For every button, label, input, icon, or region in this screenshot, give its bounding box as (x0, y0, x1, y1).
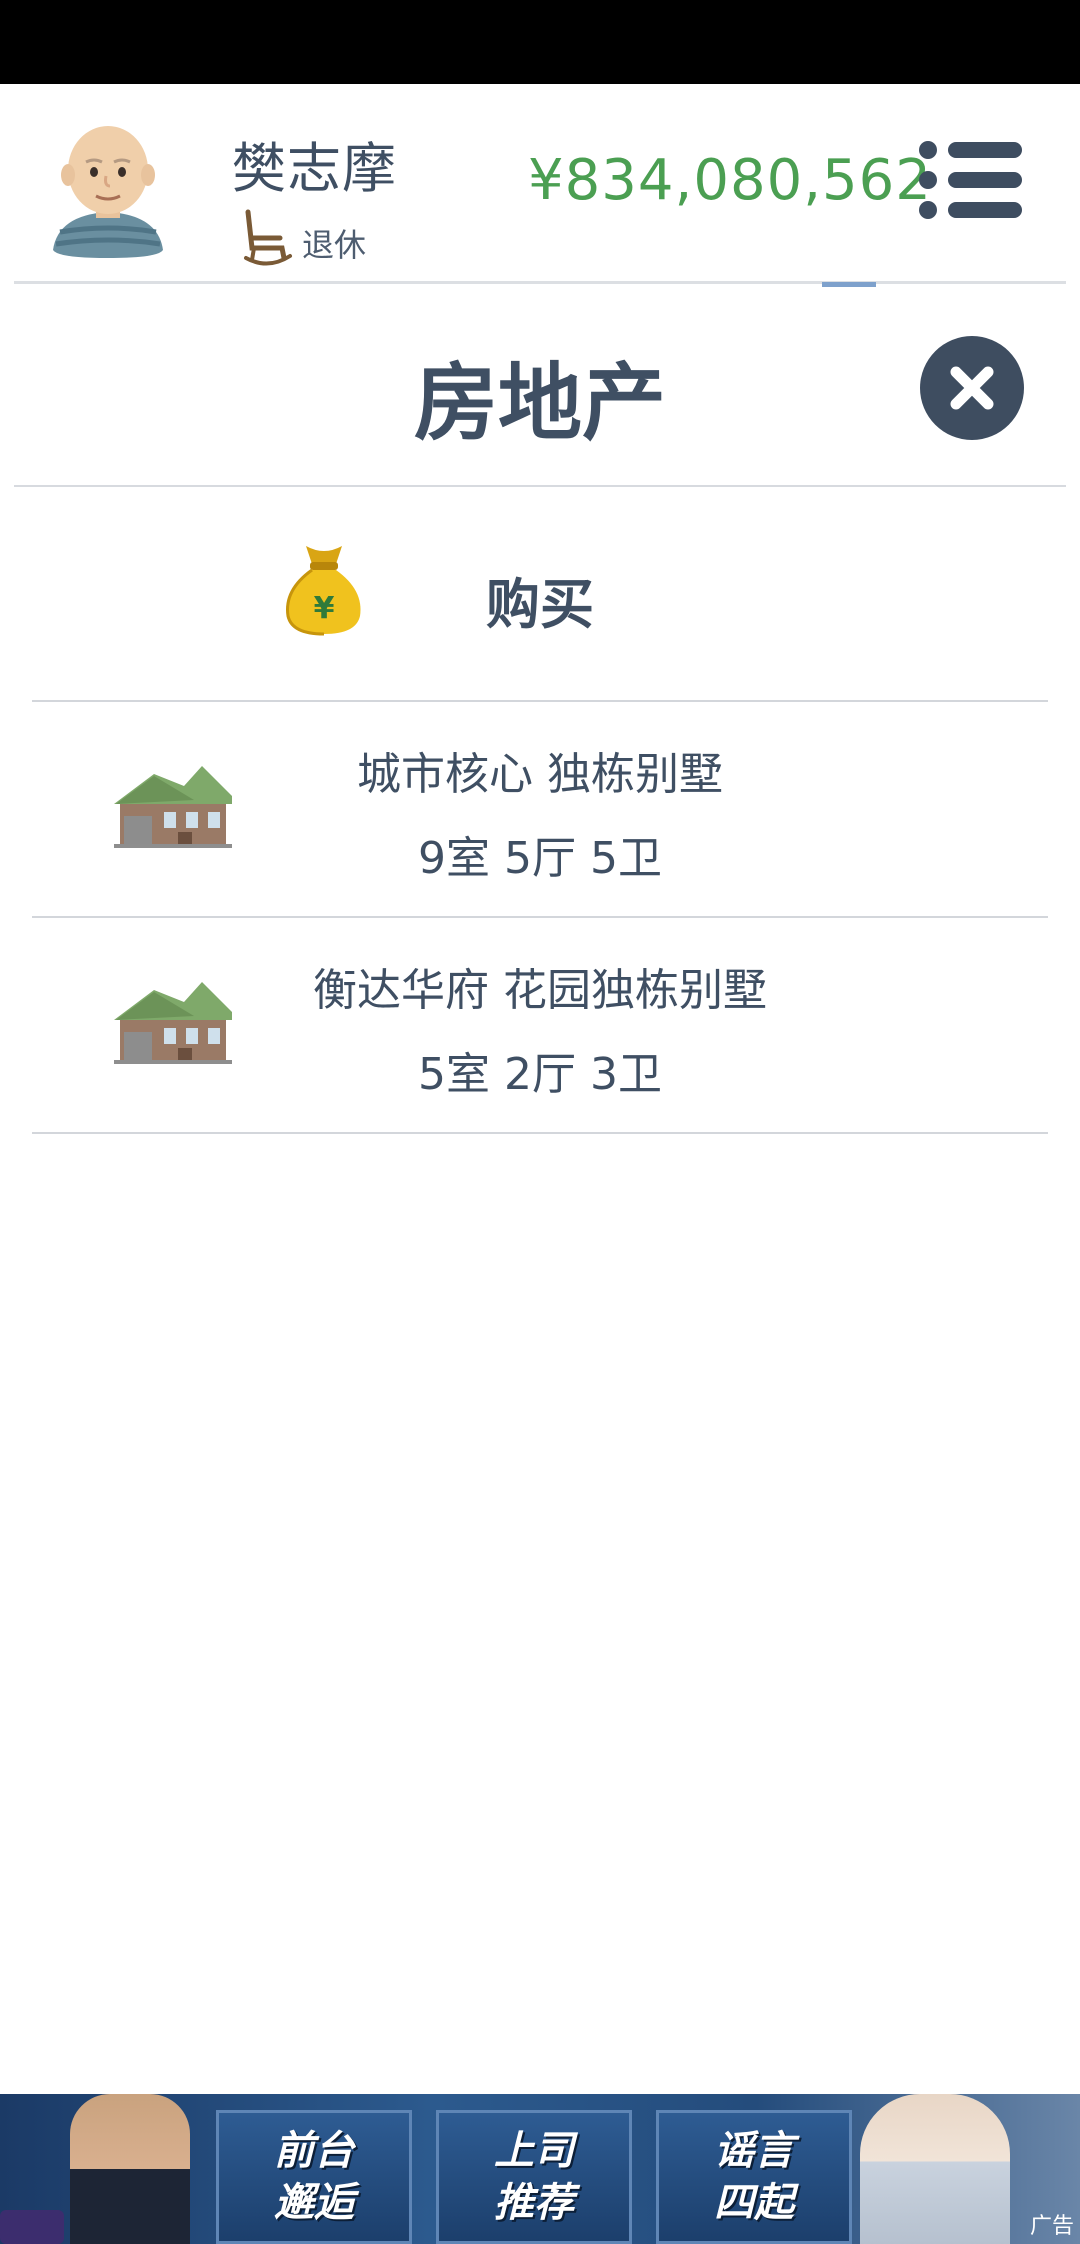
property-name: 衡达华府 花园独栋别墅 (313, 965, 767, 1016)
status-bar (0, 0, 1080, 84)
ad-figure-image (70, 2094, 190, 2244)
money-display: ¥834,080,562 (528, 148, 932, 213)
status-text: 退休 (302, 226, 367, 264)
ad-label: 广告 (1029, 2214, 1074, 2239)
row-divider (32, 1132, 1048, 1134)
property-rooms: 9室 5厅 5卫 (418, 833, 662, 884)
ad-banner[interactable]: 前台 邂逅 上司 推荐 谣言 四起 广告 (0, 2094, 1080, 2244)
close-icon (950, 366, 994, 410)
close-button[interactable] (920, 336, 1024, 440)
ad-figure-image (860, 2094, 1010, 2244)
buy-label: 购买 (486, 573, 594, 636)
property-rooms: 5室 2厅 3卫 (418, 1049, 662, 1100)
property-name: 城市核心 独栋别墅 (357, 749, 723, 800)
ad-option-button[interactable]: 上司 推荐 (436, 2110, 632, 2244)
buy-button[interactable]: ¥ 购买 (32, 488, 1048, 700)
header: 樊志摩 退休 ¥834,080,562 (0, 84, 1080, 282)
player-name: 樊志摩 (232, 137, 397, 200)
menu-icon[interactable] (918, 140, 1024, 220)
property-row[interactable]: 衡达华府 花园独栋别墅 5室 2厅 3卫 (32, 918, 1048, 1132)
ad-option-button[interactable]: 谣言 四起 (656, 2110, 852, 2244)
tab-indicator (822, 282, 876, 287)
title-divider (14, 485, 1066, 487)
ad-option-button[interactable]: 前台 邂逅 (216, 2110, 412, 2244)
page-title: 房地产 (413, 354, 666, 452)
avatar[interactable] (48, 120, 168, 260)
rocking-chair-icon (244, 209, 292, 266)
header-divider (14, 281, 1066, 284)
property-row[interactable]: 城市核心 独栋别墅 9室 5厅 5卫 (32, 702, 1048, 916)
ad-logo (0, 2210, 64, 2244)
